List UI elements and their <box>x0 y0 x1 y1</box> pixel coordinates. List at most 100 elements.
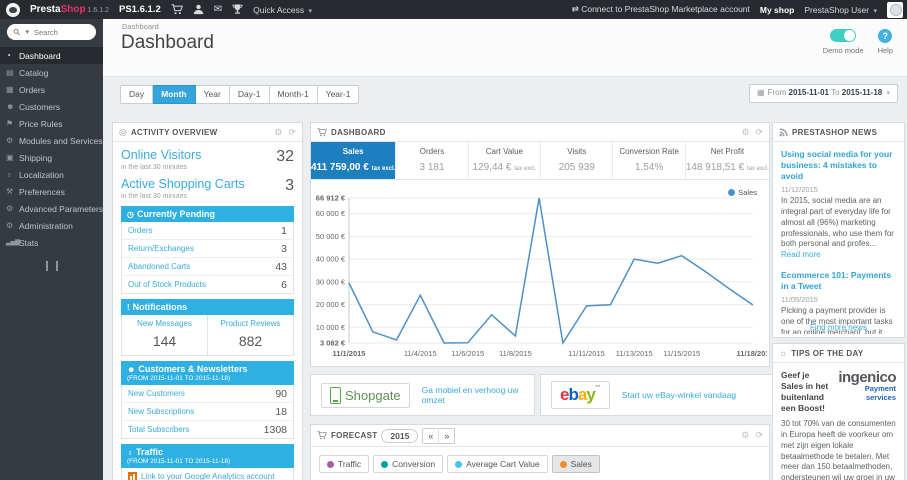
dashboard-panel: DASHBOARD ⚙ ⟳ Sales 411 759,00 € tax excl.… <box>310 122 770 367</box>
sidebar-item-customers[interactable]: ☻ Customers <box>0 98 103 115</box>
sidebar-item-stats[interactable]: ▃▅▇ Stats <box>0 234 103 251</box>
cart-icon[interactable] <box>171 4 183 15</box>
read-more-link[interactable]: Read more <box>781 250 821 259</box>
range-day-button[interactable]: Day <box>120 85 154 104</box>
panel-settings-icon[interactable]: ⚙ <box>741 127 749 138</box>
previous-year-button[interactable]: « <box>423 428 439 443</box>
total-subscribers-link[interactable]: Total Subscribers <box>128 425 189 434</box>
article-title-link[interactable]: Ecommerce 101: Payments in a Tweet <box>781 270 896 292</box>
user-menu[interactable]: PrestaShop User ▾ <box>804 5 877 15</box>
chart-legend[interactable]: Sales <box>728 188 757 197</box>
legend-sales-button[interactable]: Sales <box>551 455 600 473</box>
legend-average-cart-value-button[interactable]: Average Cart Value <box>447 455 548 473</box>
sidebar-item-administration[interactable]: ⚙ Administration <box>0 217 103 234</box>
modules-icon: ⚙ <box>6 136 14 145</box>
mail-icon[interactable]: ✉ <box>214 4 222 15</box>
sidebar-item-orders[interactable]: ▦ Orders <box>0 81 103 98</box>
new-subscriptions-link[interactable]: New Subscriptions <box>128 407 194 416</box>
google-analytics-link[interactable]: Link to your Google Analytics account <box>121 468 294 480</box>
user-icon[interactable] <box>193 4 204 15</box>
panel-refresh-icon[interactable]: ⟳ <box>755 430 763 441</box>
breadcrumb[interactable]: Dashboard <box>122 22 159 31</box>
ingenico-logo: ingenico Payment services <box>838 369 896 402</box>
product-reviews-cell[interactable]: Product Reviews 882 <box>207 315 293 355</box>
ebay-link[interactable]: Start uw eBay-winkel vandaag <box>622 390 736 400</box>
activity-overview-panel: ◎ ACTIVITY OVERVIEW ⚙ ⟳ Online Visitors 32… <box>112 122 303 480</box>
shopgate-link[interactable]: Ga mobiel en verhoog uw omzet <box>422 385 524 405</box>
range-month-1-button[interactable]: Month-1 <box>269 85 318 104</box>
online-visitors-link[interactable]: Online Visitors <box>121 148 201 162</box>
kpi-tab-visits[interactable]: Visits 205 939 <box>541 142 614 179</box>
abandoned-carts-link[interactable]: Abandoned Carts <box>128 262 190 271</box>
sidebar-item-price-rules[interactable]: ⚑ Price Rules <box>0 115 103 132</box>
brand[interactable]: PrestaShop 1.6.1.2 <box>30 4 109 15</box>
svg-text:40 000 €: 40 000 € <box>316 255 346 264</box>
ebay-banner[interactable]: ebay™ Start uw eBay-winkel vandaag <box>540 374 790 416</box>
forecast-year[interactable]: 2015 <box>381 428 419 443</box>
shopgate-banner[interactable]: Shopgate Ga mobiel en verhoog uw omzet <box>310 374 535 416</box>
sales-dot-icon <box>559 460 567 468</box>
panel-refresh-icon[interactable]: ⟳ <box>288 127 296 138</box>
avatar[interactable] <box>887 1 903 18</box>
search-input[interactable] <box>32 26 90 38</box>
sidebar-item-dashboard[interactable]: ◔ Dashboard <box>0 47 103 64</box>
range-year-1-button[interactable]: Year-1 <box>317 85 360 104</box>
sidebar-item-modules[interactable]: ⚙ Modules and Services <box>0 132 103 149</box>
kpi-tab-sales[interactable]: Sales 411 759,00 € tax excl. <box>311 142 397 179</box>
kpi-tab-conversion-rate[interactable]: Conversion Rate 1.54% <box>613 142 686 179</box>
marketplace-link[interactable]: ⇄ Connect to PrestaShop Marketplace acco… <box>572 4 750 15</box>
price-rules-icon: ⚑ <box>6 119 14 128</box>
catalog-icon: ▤ <box>6 68 14 77</box>
kpi-tab-cart-value[interactable]: Cart Value 129,44 € tax excl. <box>469 142 542 179</box>
article-title-link[interactable]: Using social media for your business: 4 … <box>781 149 896 182</box>
alert-icon: ! <box>127 303 130 312</box>
quick-access-menu[interactable]: Quick Access ▾ <box>253 5 312 15</box>
active-carts-link[interactable]: Active Shopping Carts <box>121 177 245 191</box>
panel-settings-icon[interactable]: ⚙ <box>741 430 749 441</box>
range-month-button[interactable]: Month <box>153 85 196 104</box>
sidebar-item-preferences[interactable]: ⚒ Preferences <box>0 183 103 200</box>
out-of-stock-link[interactable]: Out of Stock Products <box>128 280 206 289</box>
shop-name[interactable]: PS1.6.1.2 <box>119 4 161 15</box>
legend-traffic-button[interactable]: Traffic <box>319 455 370 473</box>
person-icon: ☻ <box>127 365 136 374</box>
range-year-button[interactable]: Year <box>195 85 230 104</box>
tip-body: 30 tot 70% van de consumenten in Europa … <box>781 419 896 480</box>
svg-text:60 000 €: 60 000 € <box>316 209 346 218</box>
kpi-tab-orders[interactable]: Orders 3 181 <box>396 142 469 179</box>
new-messages-cell[interactable]: New Messages 144 <box>122 315 207 355</box>
traffic-header: ♁ Traffic (FROM 2015-11-01 TO 2015-11-18) <box>121 444 294 468</box>
help-button[interactable]: ? Help <box>878 29 893 55</box>
svg-text:11/13/2015: 11/13/2015 <box>616 349 653 358</box>
demo-mode-toggle[interactable]: Demo mode <box>823 29 864 55</box>
preferences-icon: ⚒ <box>6 187 14 196</box>
forecast-legend: Traffic Conversion Average Cart Value Sa… <box>311 447 769 480</box>
toggle-on-icon[interactable] <box>830 29 857 42</box>
range-day-1-button[interactable]: Day-1 <box>229 85 270 104</box>
panel-settings-icon[interactable]: ⚙ <box>274 127 282 138</box>
sidebar-item-catalog[interactable]: ▤ Catalog <box>0 64 103 81</box>
prestashop-logo-icon[interactable] <box>6 2 20 17</box>
trophy-icon[interactable] <box>232 4 243 15</box>
average-cart-value-dot-icon <box>455 460 463 468</box>
new-customers-link[interactable]: New Customers <box>128 389 185 398</box>
panel-refresh-icon[interactable]: ⟳ <box>755 127 763 138</box>
svg-text:10 000 €: 10 000 € <box>316 323 346 332</box>
sidebar-item-shipping[interactable]: ▣ Shipping <box>0 149 103 166</box>
orders-link[interactable]: Orders <box>128 226 152 235</box>
sidebar-item-advanced-parameters[interactable]: ⚙ Advanced Parameters <box>0 200 103 217</box>
returns-link[interactable]: Return/Exchanges <box>128 244 194 253</box>
find-more-news-link[interactable]: Find more news <box>773 323 904 332</box>
cart-icon <box>317 127 327 137</box>
sales-chart: 66 912 € 60 000 € 50 000 € 40 000 € 30 000 €… <box>311 180 769 365</box>
search-box[interactable]: ▾ <box>7 24 96 40</box>
my-shop-link[interactable]: My shop <box>760 5 794 15</box>
collapse-menu-icon[interactable] <box>45 261 58 271</box>
date-range-picker[interactable]: ▦ From 2015-11-01 To 2015-11-18 ▾ <box>749 84 898 103</box>
calendar-icon: ▦ <box>757 88 765 97</box>
kpi-tab-net-profit[interactable]: Net Profit 148 918,51 € tax excl. <box>686 142 769 179</box>
svg-text:30 000 €: 30 000 € <box>316 277 346 286</box>
legend-conversion-button[interactable]: Conversion <box>373 455 444 473</box>
sidebar-item-localization[interactable]: ♁ Localization <box>0 166 103 183</box>
next-year-button[interactable]: » <box>438 428 455 443</box>
